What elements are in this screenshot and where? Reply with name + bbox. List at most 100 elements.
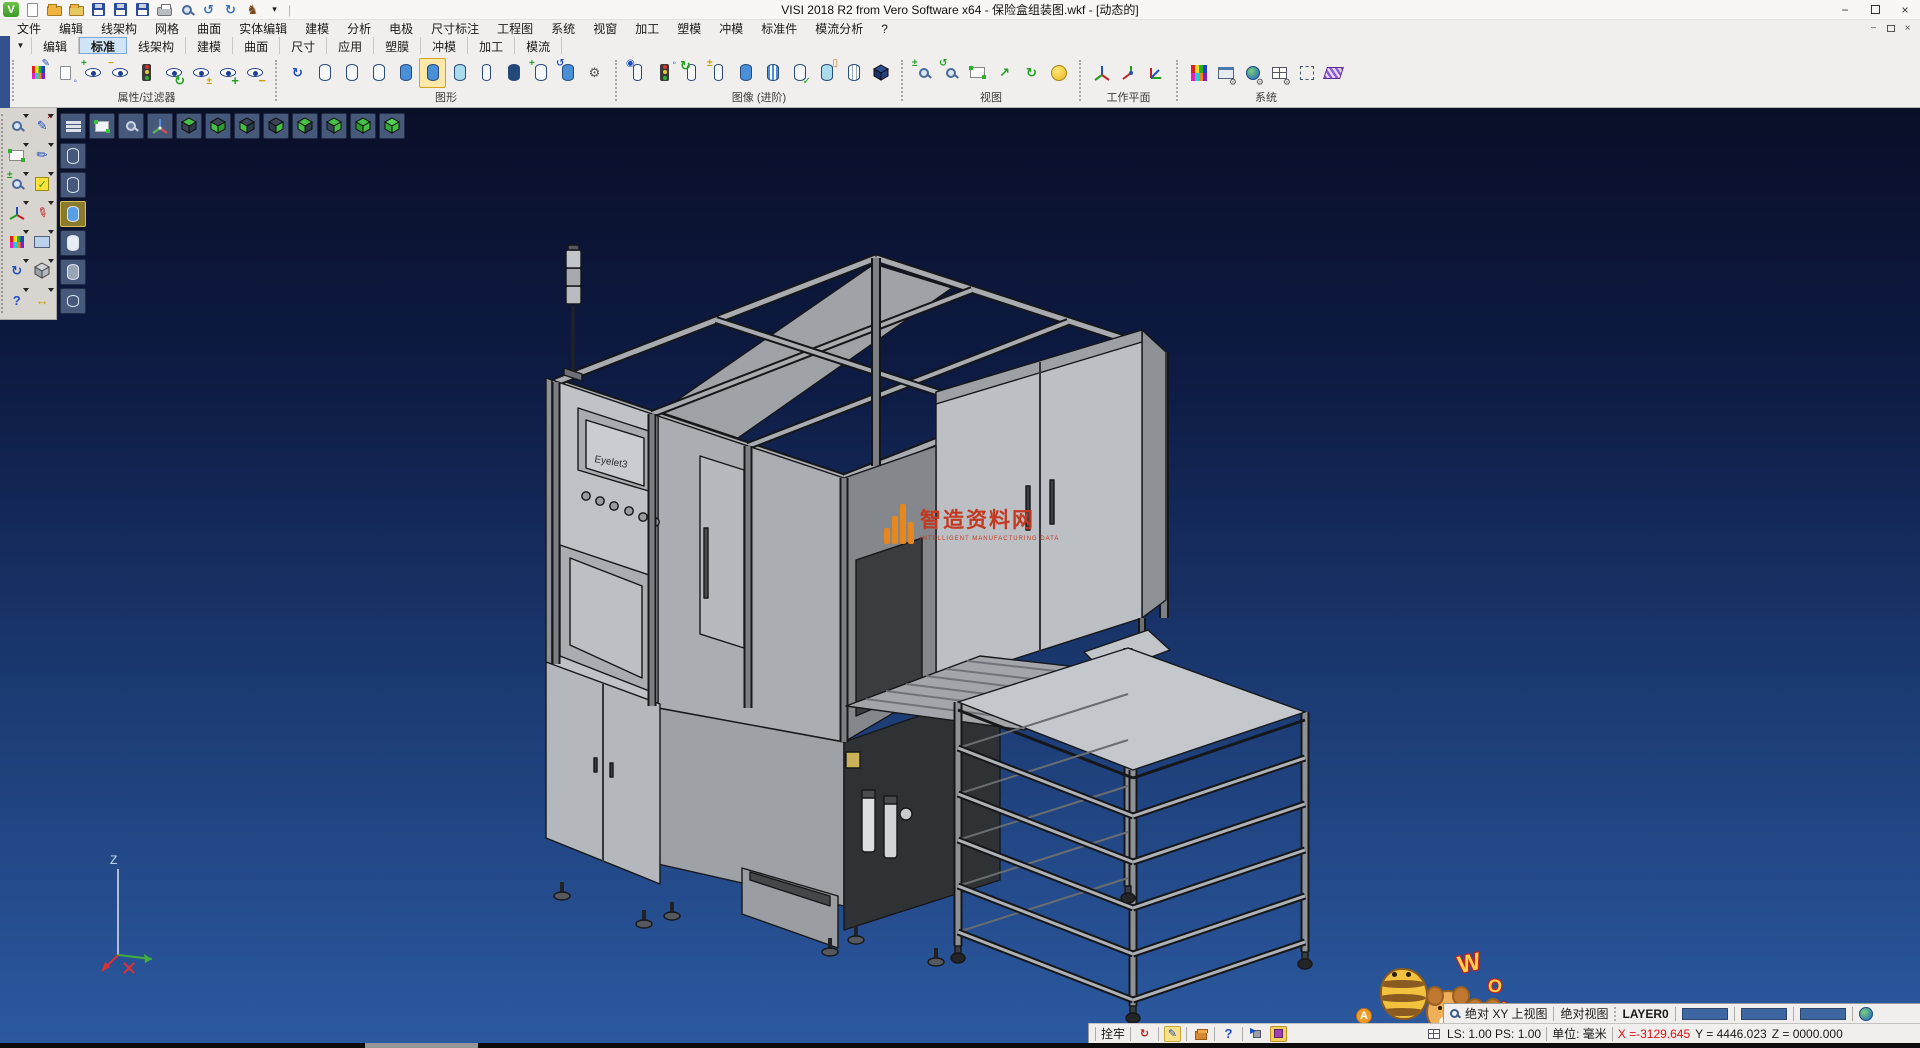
viewport-axes-icon[interactable] <box>147 113 173 139</box>
status-globe-icon[interactable] <box>1859 1007 1873 1021</box>
undo-icon[interactable]: ↺ <box>200 2 217 18</box>
solid-thin-icon[interactable] <box>473 58 500 88</box>
macro-icon[interactable]: ♞ <box>244 2 261 18</box>
menu-analysis[interactable]: 分析 <box>338 20 380 37</box>
system-settings-icon[interactable]: ⚙ <box>1239 58 1266 88</box>
print-icon[interactable] <box>156 2 173 18</box>
menu-file[interactable]: 文件 <box>8 20 50 37</box>
status-view-mode[interactable]: 绝对 XY 上视图 <box>1465 1005 1547 1022</box>
status-layer[interactable]: LAYER0 <box>1622 1007 1668 1021</box>
solid-cube-icon[interactable] <box>31 257 55 285</box>
status-workplane-grid-icon[interactable] <box>1425 1026 1442 1042</box>
traffic-solids-icon[interactable]: ◦ <box>651 58 678 88</box>
view-front-icon[interactable] <box>292 113 318 139</box>
viewport-3d[interactable]: Eyelet3 <box>0 108 1920 1043</box>
menu-standard-parts[interactable]: 标准件 <box>752 20 806 37</box>
hide-all-icon[interactable]: − <box>241 58 268 88</box>
shaded-cube-icon[interactable] <box>867 58 894 88</box>
workplane-tool-icon[interactable] <box>5 199 29 227</box>
status-export-icon[interactable]: ▶ <box>1248 1026 1265 1042</box>
solid-transparent-icon[interactable] <box>446 58 473 88</box>
validated-solid-icon[interactable]: ✓ <box>786 58 813 88</box>
solid-outline-3-icon[interactable] <box>365 58 392 88</box>
layers-palette-icon[interactable] <box>5 228 29 256</box>
refresh-tool-icon[interactable]: ↻ <box>5 257 29 285</box>
tab-flow[interactable]: 模流 <box>515 37 562 54</box>
view-right-icon[interactable] <box>263 113 289 139</box>
solid-outline-2-icon[interactable] <box>338 58 365 88</box>
view-iso-icon[interactable] <box>350 113 376 139</box>
zoom-window-tool-icon[interactable] <box>5 141 29 169</box>
refresh-solids-icon[interactable]: ↻ <box>678 58 705 88</box>
status-view-absolute[interactable]: 绝对视图 <box>1560 1005 1608 1022</box>
mdi-restore-button[interactable] <box>1882 23 1899 34</box>
solid-tools-icon[interactable]: ⚙ <box>581 58 608 88</box>
striped-mode-icon[interactable] <box>759 58 786 88</box>
view-left-icon[interactable] <box>234 113 260 139</box>
help-tool-icon[interactable]: ? <box>5 286 29 314</box>
solid-copy-icon[interactable]: + <box>527 58 554 88</box>
layer-hatch-icon[interactable] <box>1320 58 1347 88</box>
maximize-button[interactable] <box>1860 0 1890 19</box>
tab-molding[interactable]: 塑膜 <box>374 37 421 54</box>
tab-stamping[interactable]: 冲模 <box>421 37 468 54</box>
menu-edit[interactable]: 编辑 <box>50 20 92 37</box>
traffic-filter-icon[interactable] <box>133 58 160 88</box>
workplane-edit-icon[interactable] <box>1115 58 1142 88</box>
table-settings-icon[interactable]: ⚙ <box>1266 58 1293 88</box>
menu-machining[interactable]: 加工 <box>626 20 668 37</box>
menu-mold[interactable]: 塑模 <box>668 20 710 37</box>
solid-shaded-selected-icon[interactable] <box>419 58 446 88</box>
menu-flow-analysis[interactable]: 模流分析 <box>806 20 872 37</box>
view-top-icon[interactable] <box>176 113 202 139</box>
menu-drawing[interactable]: 工程图 <box>488 20 542 37</box>
status-search-icon[interactable] <box>1450 1009 1459 1018</box>
rotate-view-icon[interactable]: ↻ <box>1018 58 1045 88</box>
menu-help[interactable]: ? <box>872 22 897 36</box>
save-as-icon[interactable] <box>112 2 129 18</box>
status-wand-icon[interactable]: ✎ <box>1164 1026 1181 1042</box>
zoom-previous-icon[interactable]: ↺ <box>937 58 964 88</box>
solid-dark-icon[interactable] <box>500 58 527 88</box>
qat-dropdown-icon[interactable]: ▾ <box>266 2 283 18</box>
status-color-bar-1[interactable] <box>1682 1008 1728 1020</box>
display-settings-icon[interactable]: ⚙ <box>1212 58 1239 88</box>
wireframe-mode-icon[interactable] <box>840 58 867 88</box>
menu-electrode[interactable]: 电极 <box>380 20 422 37</box>
tab-application[interactable]: 应用 <box>327 37 374 54</box>
zoom-tool-icon[interactable] <box>5 112 29 140</box>
status-toolbox-icon[interactable] <box>1192 1026 1209 1042</box>
status-lock-label[interactable]: 拴牢 <box>1101 1025 1125 1042</box>
viewport-zoom-window-icon[interactable] <box>89 113 115 139</box>
tab-edit[interactable]: 编辑 <box>32 37 79 54</box>
confirm-check-icon[interactable]: ✓ <box>31 170 55 198</box>
selection-options-icon[interactable] <box>1293 58 1320 88</box>
zoom-plusminus-icon[interactable]: ± <box>5 170 29 198</box>
menu-solid-edit[interactable]: 实体编辑 <box>230 20 296 37</box>
spline-tool-icon[interactable]: ✎ <box>31 199 55 227</box>
render-smiley-icon[interactable] <box>1045 58 1072 88</box>
close-button[interactable]: × <box>1890 0 1920 19</box>
workplane-align-icon[interactable] <box>1142 58 1169 88</box>
bottom-scrollbar[interactable] <box>0 1043 1920 1048</box>
shaded-mode-icon[interactable] <box>732 58 759 88</box>
solid-shaded-icon[interactable] <box>392 58 419 88</box>
status-color-bar-2[interactable] <box>1741 1008 1787 1020</box>
curve-compass-icon[interactable]: ✎ <box>31 141 55 169</box>
display-wire-2-icon[interactable] <box>60 172 86 198</box>
preview-icon[interactable] <box>178 2 195 18</box>
status-solid-mode-icon[interactable] <box>1270 1026 1287 1042</box>
view-solids-icon[interactable]: ◉ <box>624 58 651 88</box>
solid-recycle-icon[interactable]: ↺ <box>554 58 581 88</box>
new-file-icon[interactable] <box>24 2 41 18</box>
menu-die[interactable]: 冲模 <box>710 20 752 37</box>
paint-properties-icon[interactable]: ✎ <box>25 58 52 88</box>
filter-page-icon[interactable]: ◦ <box>52 58 79 88</box>
status-refresh-icon[interactable]: ↻ <box>1136 1026 1153 1042</box>
save-icon[interactable] <box>90 2 107 18</box>
menu-modeling[interactable]: 建模 <box>296 20 338 37</box>
mdi-close-button[interactable]: × <box>1899 23 1916 34</box>
show-all-icon[interactable]: + <box>214 58 241 88</box>
view-back-icon[interactable] <box>321 113 347 139</box>
status-color-bar-3[interactable] <box>1800 1008 1846 1020</box>
